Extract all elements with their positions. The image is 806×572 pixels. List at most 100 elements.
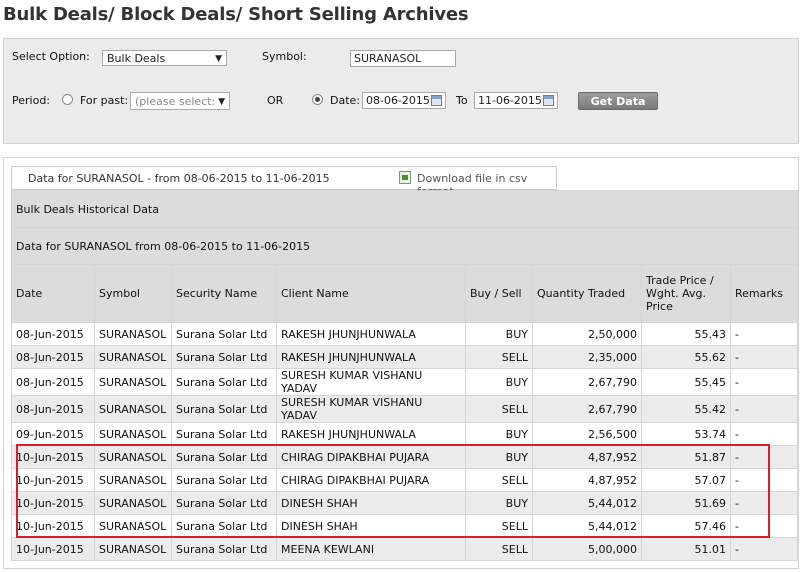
cell-remarks: - <box>730 422 798 446</box>
cell-remarks: - <box>730 514 798 538</box>
cell-date: 10-Jun-2015 <box>11 537 95 561</box>
page-title: Bulk Deals/ Block Deals/ Short Selling A… <box>3 4 469 25</box>
table-row: 10-Jun-2015 SURANASOL Surana Solar Ltd C… <box>11 445 798 469</box>
cell-security-name: Surana Solar Ltd <box>171 422 277 446</box>
cell-symbol: SURANASOL <box>94 322 172 346</box>
calendar-icon[interactable] <box>431 95 442 106</box>
cell-price: 55.45 <box>641 368 731 396</box>
cell-security-name: Surana Solar Ltd <box>171 445 277 469</box>
results-info-bar: Data for SURANASOL - from 08-06-2015 to … <box>11 166 557 198</box>
for-past-dropdown[interactable]: (please select: ▼ <box>130 92 230 110</box>
to-date-value: 11-06-2015 <box>478 94 542 107</box>
cell-quantity: 2,67,790 <box>532 368 642 396</box>
cell-buy-sell: BUY <box>465 368 533 396</box>
results-info-text: Data for SURANASOL - from 08-06-2015 to … <box>28 172 330 185</box>
cell-date: 10-Jun-2015 <box>11 491 95 515</box>
cell-client-name: SURESH KUMAR VISHANU YADAV <box>276 368 466 396</box>
cell-buy-sell: BUY <box>465 322 533 346</box>
cell-security-name: Surana Solar Ltd <box>171 345 277 369</box>
cell-price: 51.87 <box>641 445 731 469</box>
table-row: 08-Jun-2015 SURANASOL Surana Solar Ltd R… <box>11 322 798 346</box>
cell-security-name: Surana Solar Ltd <box>171 395 277 423</box>
select-option-value: Bulk Deals <box>107 52 166 65</box>
cell-price: 55.43 <box>641 322 731 346</box>
symbol-label: Symbol: <box>262 50 307 63</box>
cell-quantity: 2,67,790 <box>532 395 642 423</box>
to-date-input[interactable]: 11-06-2015 <box>474 92 558 109</box>
table-row: 10-Jun-2015 SURANASOL Surana Solar Ltd C… <box>11 468 798 492</box>
cell-security-name: Surana Solar Ltd <box>171 491 277 515</box>
table-row: 10-Jun-2015 SURANASOL Surana Solar Ltd D… <box>11 491 798 515</box>
cell-security-name: Surana Solar Ltd <box>171 468 277 492</box>
cell-client-name: RAKESH JHUNJHUNWALA <box>276 345 466 369</box>
cell-quantity: 4,87,952 <box>532 468 642 492</box>
column-header-trade-price: Trade Price / Wght. Avg. Price <box>641 264 731 323</box>
cell-remarks: - <box>730 468 798 492</box>
table-row: 08-Jun-2015 SURANASOL Surana Solar Ltd S… <box>11 395 798 423</box>
cell-symbol: SURANASOL <box>94 422 172 446</box>
from-date-value: 08-06-2015 <box>366 94 430 107</box>
cell-client-name: RAKESH JHUNJHUNWALA <box>276 422 466 446</box>
cell-price: 55.42 <box>641 395 731 423</box>
date-radio[interactable] <box>312 94 323 105</box>
cell-buy-sell: SELL <box>465 514 533 538</box>
cell-symbol: SURANASOL <box>94 368 172 396</box>
cell-symbol: SURANASOL <box>94 445 172 469</box>
cell-price: 57.07 <box>641 468 731 492</box>
cell-buy-sell: SELL <box>465 395 533 423</box>
symbol-input[interactable]: SURANASOL <box>350 50 456 67</box>
cell-buy-sell: BUY <box>465 422 533 446</box>
cell-symbol: SURANASOL <box>94 514 172 538</box>
table-row: 10-Jun-2015 SURANASOL Surana Solar Ltd D… <box>11 514 798 538</box>
cell-buy-sell: SELL <box>465 345 533 369</box>
cell-quantity: 2,56,500 <box>532 422 642 446</box>
get-data-button[interactable]: Get Data <box>578 92 658 110</box>
cell-remarks: - <box>730 395 798 423</box>
from-date-input[interactable]: 08-06-2015 <box>362 92 446 109</box>
chevron-down-icon: ▼ <box>215 54 222 64</box>
cell-price: 51.01 <box>641 537 731 561</box>
cell-quantity: 2,35,000 <box>532 345 642 369</box>
column-header-client-name: Client Name <box>276 264 466 323</box>
cell-client-name: DINESH SHAH <box>276 514 466 538</box>
cell-symbol: SURANASOL <box>94 395 172 423</box>
cell-security-name: Surana Solar Ltd <box>171 514 277 538</box>
column-header-remarks: Remarks <box>730 264 798 323</box>
cell-remarks: - <box>730 537 798 561</box>
cell-remarks: - <box>730 368 798 396</box>
cell-buy-sell: SELL <box>465 468 533 492</box>
table-row: 09-Jun-2015 SURANASOL Surana Solar Ltd R… <box>11 422 798 446</box>
for-past-label: For past: <box>80 94 129 107</box>
cell-date: 08-Jun-2015 <box>11 322 95 346</box>
cell-quantity: 2,50,000 <box>532 322 642 346</box>
cell-price: 51.69 <box>641 491 731 515</box>
cell-date: 10-Jun-2015 <box>11 514 95 538</box>
cell-quantity: 5,44,012 <box>532 491 642 515</box>
cell-buy-sell: SELL <box>465 537 533 561</box>
csv-file-icon[interactable] <box>399 171 411 184</box>
for-past-radio[interactable] <box>62 94 73 105</box>
chevron-down-icon: ▼ <box>218 97 225 107</box>
table-row: 08-Jun-2015 SURANASOL Surana Solar Ltd S… <box>11 368 798 396</box>
cell-quantity: 5,44,012 <box>532 514 642 538</box>
cell-client-name: CHIRAG DIPAKBHAI PUJARA <box>276 468 466 492</box>
cell-client-name: SURESH KUMAR VISHANU YADAV <box>276 395 466 423</box>
bulk-deals-table: Bulk Deals Historical Data Data for SURA… <box>11 190 798 561</box>
cell-quantity: 5,00,000 <box>532 537 642 561</box>
table-row: 10-Jun-2015 SURANASOL Surana Solar Ltd M… <box>11 537 798 561</box>
cell-remarks: - <box>730 345 798 369</box>
cell-date: 10-Jun-2015 <box>11 468 95 492</box>
cell-quantity: 4,87,952 <box>532 445 642 469</box>
cell-price: 53.74 <box>641 422 731 446</box>
cell-buy-sell: BUY <box>465 491 533 515</box>
or-label: OR <box>267 94 284 107</box>
cell-symbol: SURANASOL <box>94 537 172 561</box>
select-option-dropdown[interactable]: Bulk Deals ▼ <box>102 50 227 66</box>
calendar-icon[interactable] <box>543 95 554 106</box>
column-header-date: Date <box>11 264 95 323</box>
cell-remarks: - <box>730 491 798 515</box>
cell-date: 09-Jun-2015 <box>11 422 95 446</box>
cell-date: 10-Jun-2015 <box>11 445 95 469</box>
cell-security-name: Surana Solar Ltd <box>171 537 277 561</box>
section-title: Bulk Deals Historical Data <box>11 190 798 228</box>
